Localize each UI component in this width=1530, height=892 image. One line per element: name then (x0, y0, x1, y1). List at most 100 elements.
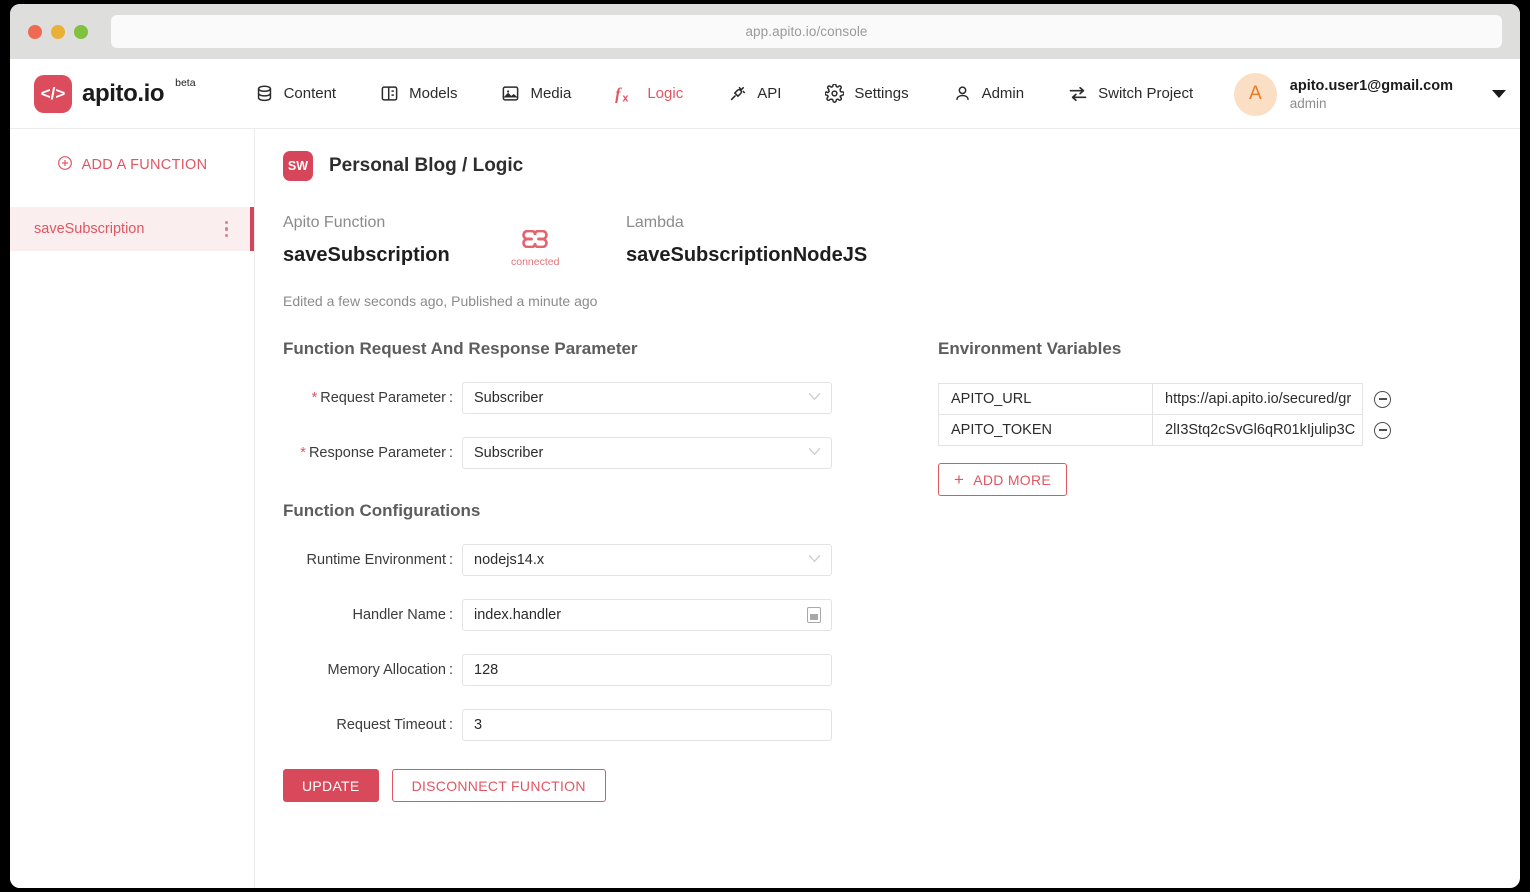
lambda-caption: Lambda (626, 214, 684, 231)
brand-logo-glyph: </> (40, 83, 66, 103)
request-timeout-input[interactable]: 3 (462, 709, 832, 741)
runtime-environment-select[interactable]: nodejs14.x (462, 544, 832, 576)
nav-item-content[interactable]: Content (233, 59, 359, 129)
right-panel: Environment Variables APITO_URL https://… (938, 339, 1438, 802)
chevron-down-icon[interactable] (1492, 90, 1506, 98)
lambda-function-name: saveSubscriptionNodeJS (626, 244, 868, 266)
add-more-label: ADD MORE (973, 471, 1052, 488)
link-icon (520, 229, 550, 253)
disconnect-function-button[interactable]: DISCONNECT FUNCTION (391, 769, 606, 802)
required-asterisk: * (300, 445, 306, 461)
main-content: SW Personal Blog / Logic Apito Function … (255, 129, 1520, 888)
nav-items: Content Models Media f x Logic API Setti… (233, 59, 1216, 129)
response-parameter-select[interactable]: Subscriber (462, 437, 832, 469)
sidebar: ADD A FUNCTION saveSubscription (10, 129, 255, 888)
top-navigation: </> apito.io beta Content Models Media f… (10, 59, 1520, 129)
handler-name-value: index.handler (474, 607, 562, 623)
remove-variable-icon[interactable] (1374, 421, 1391, 439)
request-parameter-value: Subscriber (474, 390, 544, 406)
chevron-down-icon (808, 392, 821, 404)
account-role: admin (1289, 95, 1327, 111)
account-email: apito.user1@gmail.com (1289, 77, 1453, 94)
chevron-down-icon (808, 554, 821, 566)
field-row-request-timeout: Request Timeout: 3 (283, 709, 938, 741)
env-value-input[interactable]: https://api.apito.io/secured/gr (1152, 383, 1363, 415)
env-key-input[interactable]: APITO_URL (938, 383, 1152, 415)
field-row-handler-name: Handler Name: index.handler (283, 599, 938, 631)
nav-item-api[interactable]: API (705, 59, 803, 129)
label-text: Request Parameter (320, 390, 446, 406)
plug-icon (727, 84, 747, 104)
table-row: APITO_URL https://api.apito.io/secured/g… (938, 383, 1438, 415)
address-bar[interactable]: app.apito.io/console (111, 15, 1502, 48)
label-text: Response Parameter (308, 445, 446, 461)
nav-item-models[interactable]: Models (358, 59, 479, 129)
runtime-environment-label: Runtime Environment: (306, 552, 453, 568)
nav-item-media-label: Media (530, 85, 572, 102)
nav-item-settings[interactable]: Settings (803, 59, 930, 129)
nav-item-api-label: API (757, 85, 782, 102)
add-more-button[interactable]: + ADD MORE (938, 463, 1067, 496)
plus-circle-icon (57, 155, 73, 175)
env-value-input[interactable]: 2lI3Stq2cSvGl6qR01kIjulip3C (1152, 414, 1363, 446)
plus-icon: + (953, 470, 965, 489)
browser-window: app.apito.io/console </> apito.io beta C… (10, 4, 1520, 888)
svg-text:x: x (623, 92, 629, 104)
apito-function-column: Apito Function saveSubscription (283, 214, 626, 267)
panels-icon (380, 84, 399, 103)
update-button[interactable]: UPDATE (283, 769, 379, 802)
sidebar-item-savesubscription[interactable]: saveSubscription (10, 207, 254, 251)
project-badge[interactable]: SW (283, 151, 313, 181)
address-bar-url: app.apito.io/console (745, 24, 868, 39)
request-parameter-select[interactable]: Subscriber (462, 382, 832, 414)
apito-function-caption: Apito Function (283, 214, 386, 231)
nav-item-switch-project[interactable]: Switch Project (1046, 59, 1215, 129)
response-parameter-label: * Response Parameter: (300, 445, 453, 461)
field-row-request-parameter: * Request Parameter: Subscriber (283, 382, 938, 414)
env-key-value: APITO_TOKEN (951, 422, 1052, 438)
swap-icon (1068, 84, 1088, 104)
page-title: Personal Blog / Logic (329, 155, 524, 176)
request-response-title: Function Request And Response Parameter (283, 339, 638, 358)
nav-item-content-label: Content (283, 85, 337, 102)
account-details: apito.user1@gmail.com admin (1290, 78, 1453, 111)
apito-function-name: saveSubscription (283, 244, 450, 266)
handler-name-input[interactable]: index.handler (462, 599, 832, 631)
body: ADD A FUNCTION saveSubscription SW Perso… (10, 129, 1520, 888)
minimize-window-button[interactable] (51, 24, 65, 39)
label-text: Runtime Environment (306, 552, 446, 568)
nav-item-media[interactable]: Media (479, 59, 593, 129)
beta-label: beta (175, 76, 196, 89)
remove-variable-icon[interactable] (1374, 390, 1391, 408)
close-window-button[interactable] (28, 24, 42, 39)
avatar-initial: A (1248, 83, 1262, 104)
env-key-value: APITO_URL (951, 391, 1032, 407)
function-connection-header: Apito Function saveSubscription connecte… (283, 214, 1520, 268)
label-text: Memory Allocation (327, 662, 446, 678)
database-icon (255, 84, 274, 103)
account-menu[interactable]: A apito.user1@gmail.com admin (1233, 59, 1506, 129)
window-controls (28, 24, 88, 39)
nav-item-models-label: Models (409, 85, 458, 102)
brand-logo[interactable]: </> apito.io beta (34, 74, 196, 114)
document-icon[interactable] (807, 607, 821, 623)
memory-allocation-input[interactable]: 128 (462, 654, 832, 686)
nav-item-logic[interactable]: f x Logic (593, 59, 705, 129)
request-timeout-label: Request Timeout: (336, 717, 453, 733)
avatar: A (1233, 72, 1277, 116)
function-options-icon[interactable] (224, 220, 228, 238)
left-panel: Function Request And Response Parameter … (283, 339, 938, 802)
maximize-window-button[interactable] (74, 24, 88, 39)
label-text: Handler Name (352, 607, 446, 623)
project-badge-label: SW (287, 159, 309, 173)
field-row-memory-allocation: Memory Allocation: 128 (283, 654, 938, 686)
field-row-response-parameter: * Response Parameter: Subscriber (283, 437, 938, 469)
code-brackets-icon: </> (34, 74, 72, 113)
nav-item-admin[interactable]: Admin (931, 59, 1047, 129)
memory-allocation-value: 128 (474, 662, 499, 678)
add-function-button[interactable]: ADD A FUNCTION (10, 142, 254, 188)
image-icon (501, 84, 520, 103)
env-key-input[interactable]: APITO_TOKEN (938, 414, 1152, 446)
chevron-down-icon (808, 447, 821, 459)
edited-status: Edited a few seconds ago, Published a mi… (283, 293, 598, 309)
